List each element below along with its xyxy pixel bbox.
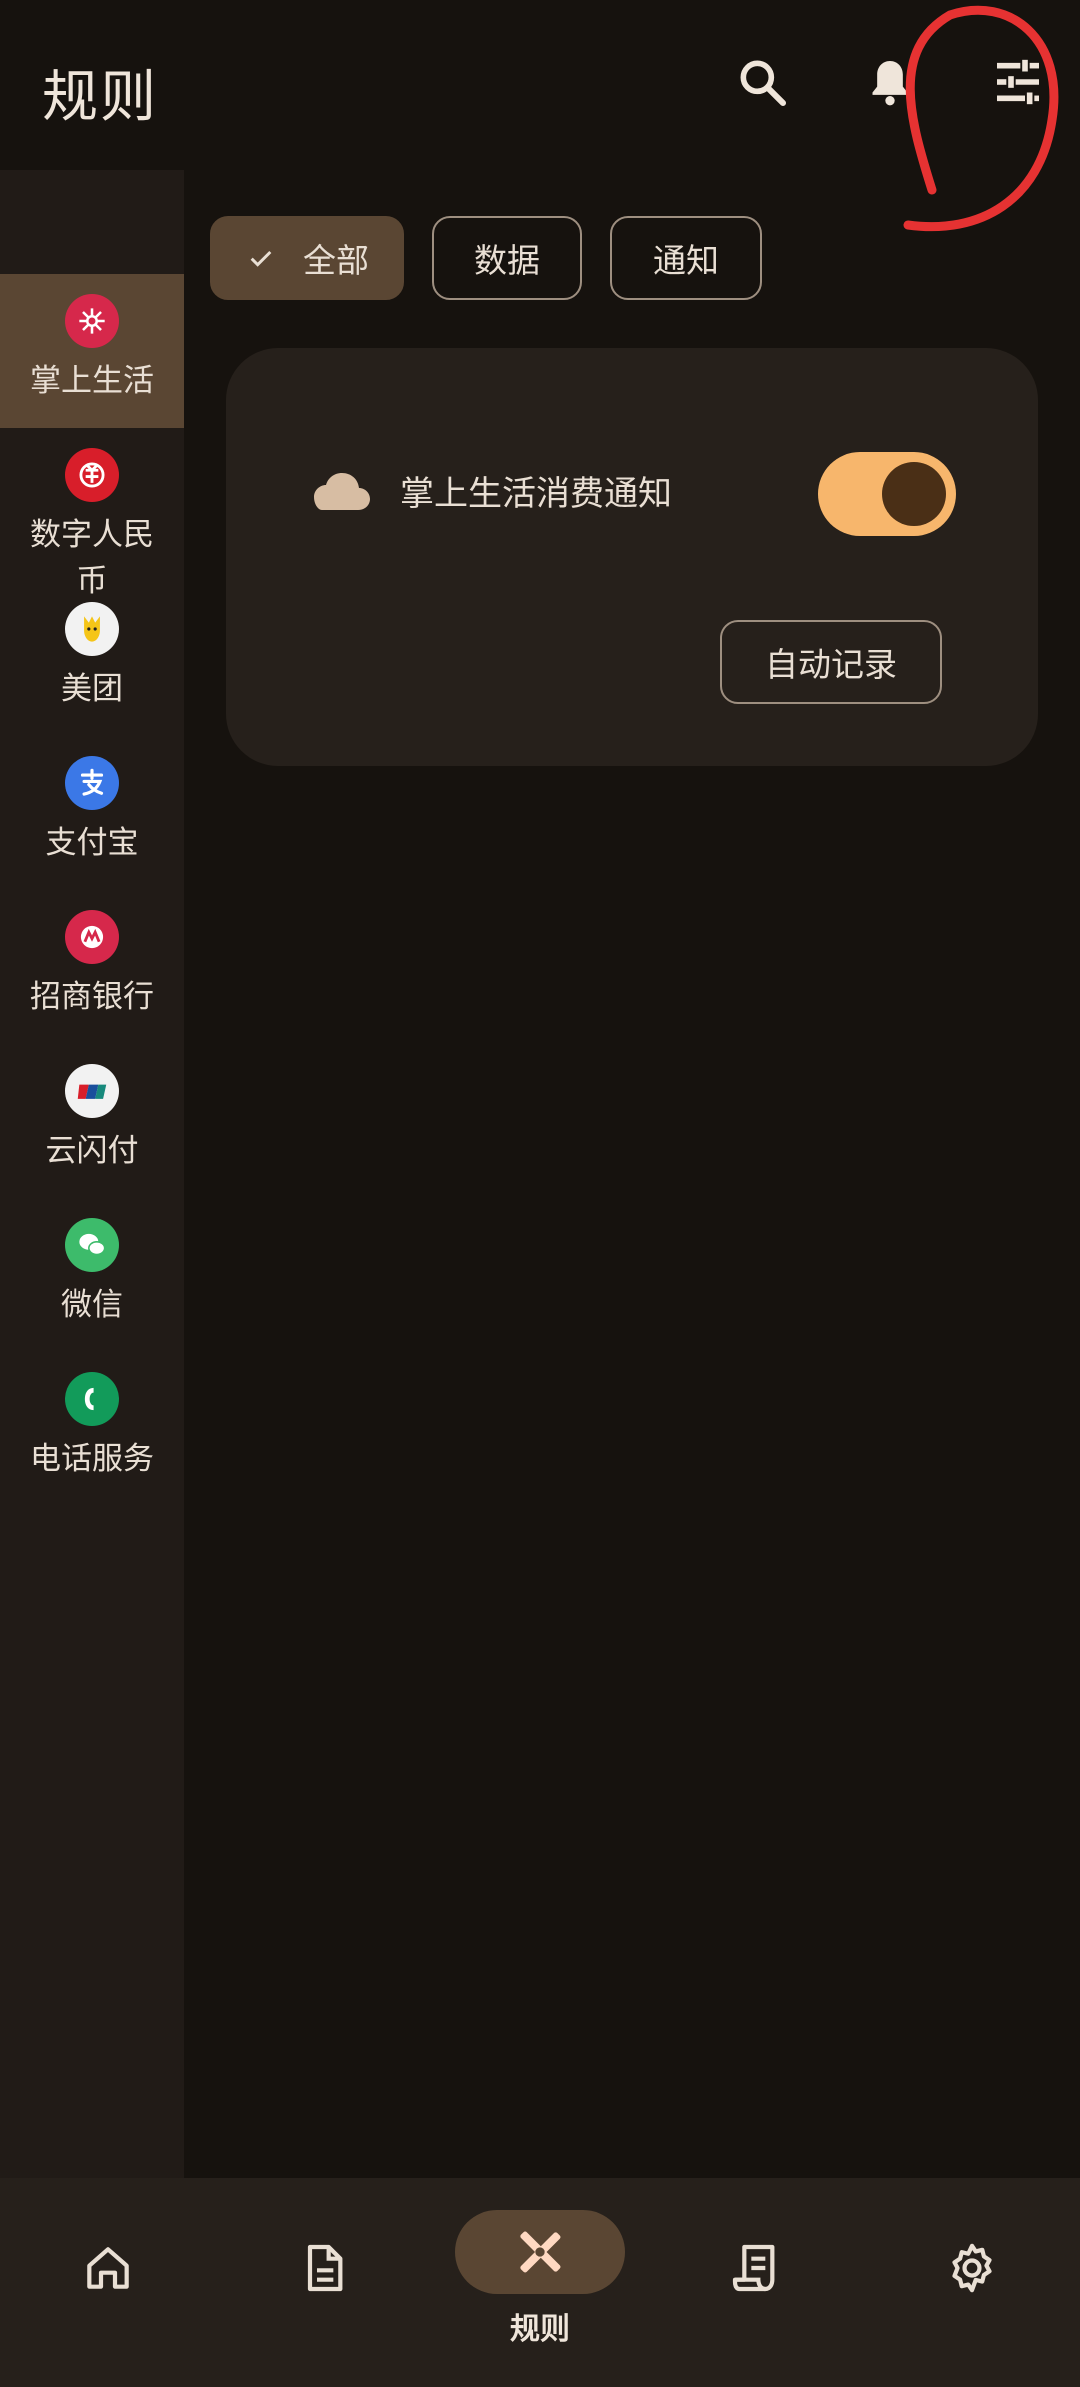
- chip-label: 全部: [303, 241, 369, 280]
- switch-knob: [882, 462, 946, 526]
- alipay-icon: [65, 756, 119, 810]
- cmb-icon: [65, 910, 119, 964]
- sidebar-item-label: 掌上生活: [30, 363, 154, 399]
- nav-receipts[interactable]: [648, 2178, 864, 2387]
- sidebar-item-alipay[interactable]: 支付宝: [0, 736, 184, 866]
- zhangshang-icon: [65, 294, 119, 348]
- rules-icon: [520, 2231, 561, 2273]
- nav-label: 规则: [510, 2312, 570, 2347]
- chip-label: 通知: [653, 241, 719, 280]
- chip-label: 数据: [474, 241, 540, 280]
- unionpay-icon: [65, 1064, 119, 1118]
- sidebar-item-phone-service[interactable]: 电话服务: [0, 1352, 184, 1482]
- rule-card: 掌上生活消费通知 自动记录: [226, 348, 1038, 766]
- sidebar-item-label: 支付宝: [45, 825, 139, 861]
- sidebar-item-label: 云闪付: [45, 1133, 139, 1169]
- sidebar-item-wechat[interactable]: 微信: [0, 1198, 184, 1328]
- gear-icon: [952, 2243, 992, 2293]
- search-button[interactable]: [730, 50, 794, 114]
- top-app-bar: 规则: [0, 0, 1080, 170]
- meituan-icon: [65, 602, 119, 656]
- notifications-button[interactable]: [858, 50, 922, 114]
- auto-record-button[interactable]: 自动记录: [720, 620, 942, 704]
- receipt-icon: [732, 2244, 775, 2292]
- bell-icon: [872, 61, 908, 106]
- filter-chip-all[interactable]: 全部: [210, 216, 404, 300]
- sidebar-item-label: 微信: [61, 1287, 123, 1323]
- document-icon: [307, 2244, 343, 2292]
- wechat-icon: [65, 1218, 119, 1272]
- nav-bills[interactable]: [216, 2178, 432, 2387]
- check-icon: [245, 242, 277, 274]
- nav-rules[interactable]: 规则: [432, 2178, 648, 2387]
- sidebar-item-label: 美团: [61, 671, 123, 707]
- sidebar-item-ecny[interactable]: 数字人民币: [0, 428, 184, 604]
- sidebar-item-zhangshangshenghuo[interactable]: 掌上生活: [0, 274, 184, 428]
- ecny-icon: [65, 448, 119, 502]
- filter-settings-button[interactable]: [986, 50, 1050, 114]
- sidebar-item-cmb[interactable]: 招商银行: [0, 890, 184, 1020]
- sidebar-item-label: 电话服务: [30, 1441, 154, 1477]
- page-title: 规则: [42, 65, 158, 130]
- cloud-icon: [314, 473, 370, 510]
- filter-chip-notification[interactable]: 通知: [610, 216, 762, 300]
- tune-icon: [997, 59, 1039, 105]
- home-icon: [87, 2247, 129, 2289]
- phone-icon: [65, 1372, 119, 1426]
- rule-name: 掌上生活消费通知: [400, 474, 672, 514]
- bottom-navigation: 规则: [0, 2178, 1080, 2387]
- app-sidebar: 掌上生活 数字人民币 美团 支付宝 招商银行 云闪付 微信 电话服务: [0, 170, 184, 2178]
- nav-settings[interactable]: [864, 2178, 1080, 2387]
- nav-home[interactable]: [0, 2178, 216, 2387]
- sidebar-item-meituan[interactable]: 美团: [0, 582, 184, 712]
- sidebar-item-label: 招商银行: [30, 979, 154, 1015]
- rule-enable-switch[interactable]: [818, 452, 956, 536]
- sidebar-item-unionpay[interactable]: 云闪付: [0, 1044, 184, 1174]
- search-icon: [740, 60, 787, 107]
- filter-chip-data[interactable]: 数据: [432, 216, 582, 300]
